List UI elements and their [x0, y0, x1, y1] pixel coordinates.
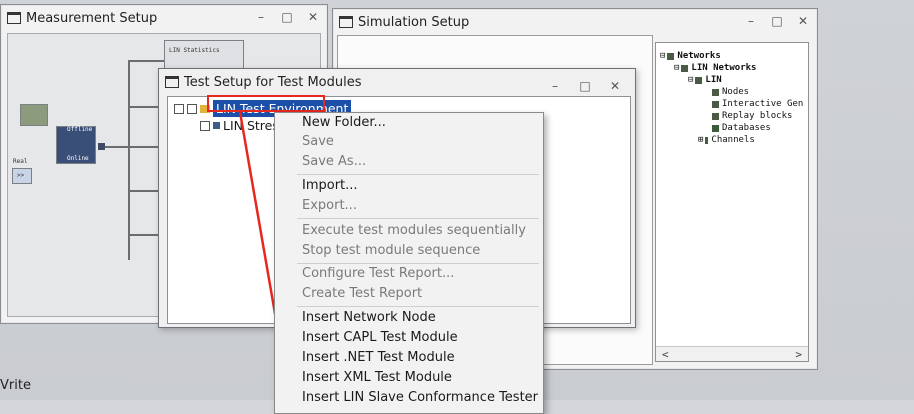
expand-icon[interactable]: ⊞ — [698, 135, 703, 145]
online-offline-switch[interactable]: Offline Online — [56, 126, 96, 164]
online-label: Online — [67, 155, 89, 162]
tree-item-databases[interactable]: Databases — [712, 123, 771, 133]
branch-line — [128, 234, 158, 236]
forward-button[interactable]: >> — [12, 168, 32, 184]
menu-separator — [297, 218, 539, 219]
scroll-right-button[interactable]: > — [795, 348, 802, 361]
tree-item-label: Nodes — [722, 87, 750, 97]
menu-item-import[interactable]: Import... — [302, 178, 358, 193]
close-button[interactable]: ✕ — [609, 79, 621, 93]
tree-item-channels[interactable]: ⊞ Channels — [698, 135, 755, 145]
replay-icon — [712, 112, 719, 120]
lin-statistics-label: LIN Statistics — [169, 47, 220, 54]
menu-separator — [297, 174, 539, 175]
minimize-button[interactable]: – — [255, 10, 267, 24]
menu-item-insert-capl-test-module[interactable]: Insert CAPL Test Module — [302, 330, 458, 345]
channel-icon — [705, 136, 709, 144]
annotation-highlight-box — [207, 95, 325, 112]
tree-item-lin[interactable]: ⊟ LIN — [688, 75, 722, 85]
tree-item-interactive-gen[interactable]: Interactive Gen — [712, 99, 803, 109]
collapse-icon[interactable]: ⊟ — [660, 51, 665, 61]
minimize-button[interactable]: – — [549, 79, 561, 93]
tree-item-label: Replay blocks — [722, 111, 793, 121]
network-tree-panel[interactable]: ⊟ Networks ⊟ LIN Networks ⊟ LIN Nodes In… — [655, 42, 809, 362]
checkbox[interactable] — [187, 103, 197, 114]
simulation-setup-title: Simulation Setup — [358, 14, 470, 30]
network-icon — [681, 64, 689, 72]
collapse-icon[interactable]: ⊟ — [674, 63, 679, 73]
measurement-setup-title: Measurement Setup — [26, 10, 158, 26]
menu-separator — [297, 263, 539, 264]
test-setup-title: Test Setup for Test Modules — [184, 74, 362, 90]
branch-line — [128, 106, 158, 108]
measurement-window-controls: – □ ✕ — [255, 10, 319, 24]
menu-item-save-as[interactable]: Save As... — [302, 154, 366, 169]
close-button[interactable]: ✕ — [797, 14, 809, 28]
branch-line — [128, 146, 158, 148]
tree-item-label: LIN Networks — [691, 63, 757, 73]
nodes-icon — [712, 88, 719, 96]
menu-item-new-folder[interactable]: New Folder... — [302, 115, 386, 130]
menu-item-insert-xml-test-module[interactable]: Insert XML Test Module — [302, 370, 452, 385]
menu-item-insert-network-node[interactable]: Insert Network Node — [302, 310, 436, 325]
maximize-button[interactable]: □ — [281, 10, 293, 24]
database-icon — [712, 124, 719, 132]
maximize-button[interactable]: □ — [579, 79, 591, 93]
test-window-controls: – □ ✕ — [549, 79, 621, 93]
checkbox[interactable] — [200, 120, 210, 131]
tree-item-nodes[interactable]: Nodes — [712, 87, 749, 97]
tree-item-lin-networks[interactable]: ⊟ LIN Networks — [674, 63, 756, 73]
menu-item-stop-sequence[interactable]: Stop test module sequence — [302, 243, 480, 258]
menu-item-insert-lin-slave-conformance-tester[interactable]: Insert LIN Slave Conformance Tester — [302, 390, 538, 405]
window-icon — [7, 12, 21, 24]
window-icon — [165, 76, 179, 88]
context-menu[interactable]: New Folder... Save Save As... Import... … — [274, 112, 544, 414]
collapse-icon[interactable]: ⊟ — [688, 75, 693, 85]
tree-item-replay-blocks[interactable]: Replay blocks — [712, 111, 792, 121]
offline-label: Offline — [67, 126, 93, 133]
menu-item-insert-net-test-module[interactable]: Insert .NET Test Module — [302, 350, 455, 365]
tree-item-label: Interactive Gen — [722, 99, 804, 109]
tree-item-label: LIN — [705, 75, 722, 85]
maximize-button[interactable]: □ — [771, 14, 783, 28]
menu-item-create-test-report[interactable]: Create Test Report — [302, 286, 422, 301]
collapse-icon[interactable] — [174, 103, 184, 114]
menu-item-export[interactable]: Export... — [302, 198, 357, 213]
scroll-left-button[interactable]: < — [662, 348, 669, 361]
tree-row-lin-stress[interactable]: LIN Stress — [200, 118, 285, 133]
main-line — [104, 146, 128, 148]
tree-item-label: Databases — [722, 123, 771, 133]
network-icon — [695, 76, 703, 84]
source-block[interactable] — [20, 104, 48, 126]
branch-line — [128, 190, 158, 192]
test-module-icon — [213, 122, 220, 129]
bus-line — [128, 60, 130, 260]
menu-item-configure-test-report[interactable]: Configure Test Report... — [302, 266, 454, 281]
menu-separator — [297, 306, 539, 307]
generator-icon — [712, 100, 719, 108]
menu-item-save[interactable]: Save — [302, 134, 334, 149]
close-button[interactable]: ✕ — [307, 10, 319, 24]
status-bar-text: Vrite — [0, 378, 31, 393]
tree-item-label: Networks — [677, 51, 721, 61]
network-icon — [667, 52, 675, 60]
window-icon — [339, 16, 353, 28]
horizontal-scrollbar[interactable]: < > — [656, 346, 808, 361]
branch-line — [128, 60, 164, 62]
connector-square — [98, 143, 105, 150]
minimize-button[interactable]: – — [745, 14, 757, 28]
real-label: Real — [13, 158, 28, 165]
tree-item-networks[interactable]: ⊟ Networks — [660, 51, 721, 61]
menu-item-execute-sequentially[interactable]: Execute test modules sequentially — [302, 223, 526, 238]
tree-item-label: Channels — [711, 135, 755, 145]
simulation-window-controls: – □ ✕ — [745, 14, 809, 28]
